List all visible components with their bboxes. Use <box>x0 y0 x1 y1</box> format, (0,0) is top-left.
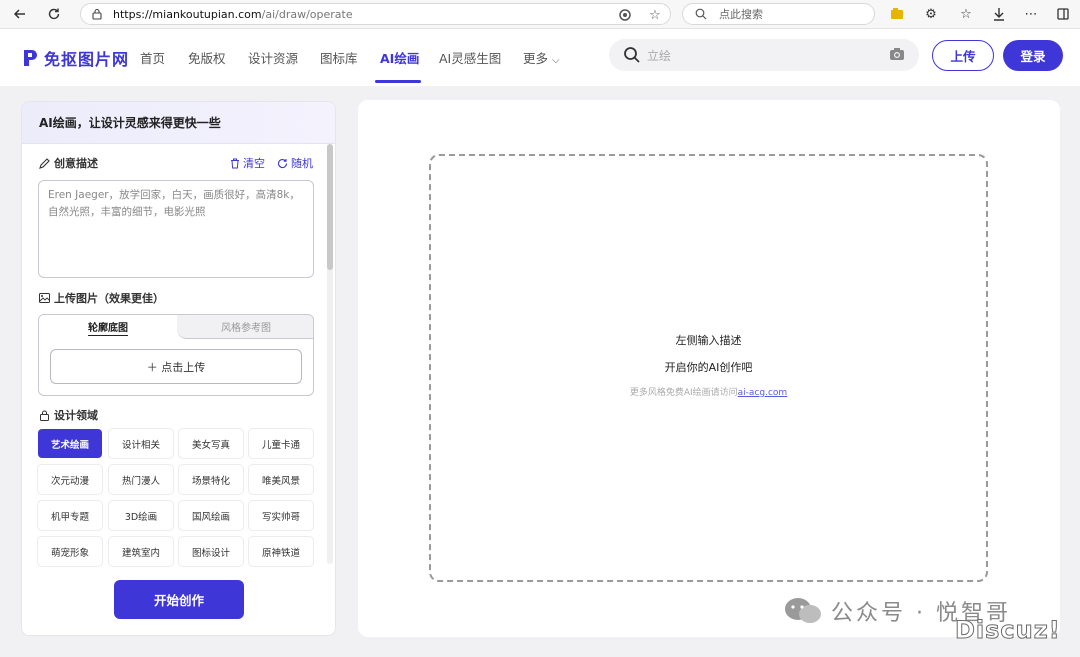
ai-drawing-control-panel: AI绘画，让设计灵感来得更快一些 创意描述 清空 随机 Eren Jaeger，… <box>21 101 336 636</box>
panel-title: AI绘画，让设计灵感来得更快一些 <box>22 102 335 144</box>
site-search-input[interactable]: 立绘 <box>609 39 919 71</box>
favorites-list-icon[interactable]: ☆ <box>957 5 975 23</box>
nav-design-resources[interactable]: 设计资源 <box>248 48 298 67</box>
pencil-icon <box>39 157 50 169</box>
hint-more-styles: 更多风格免费AI绘画请访问ai-acg.com <box>431 385 986 398</box>
chip-portrait[interactable]: 美女写真 <box>179 429 243 458</box>
tab-style-reference[interactable]: 风格参考图 <box>177 315 313 339</box>
output-canvas: 左侧输入描述 开启你的AI创作吧 更多风格免费AI绘画请访问ai-acg.com <box>429 154 988 582</box>
scrollbar-thumb[interactable] <box>327 144 333 270</box>
browser-search-input[interactable]: 点此搜索 <box>682 3 875 25</box>
search-icon <box>624 47 640 63</box>
output-panel: 左侧输入描述 开启你的AI创作吧 更多风格免费AI绘画请访问ai-acg.com <box>358 100 1060 637</box>
lock-icon <box>92 8 102 20</box>
site-header: 免抠图片网 首页 免版权 设计资源 图标库 AI绘画 AI灵感生图 更多 ⌵ 立… <box>0 30 1080 85</box>
clear-label: 清空 <box>243 157 265 170</box>
image-icon <box>39 293 50 303</box>
camera-icon[interactable] <box>889 47 905 61</box>
nav-ai-inspiration[interactable]: AI灵感生图 <box>439 48 501 67</box>
tracking-icon[interactable] <box>617 7 633 23</box>
browser-toolbar: https://miankoutupian.com/ai/draw/operat… <box>0 0 1080 29</box>
random-label: 随机 <box>291 157 313 170</box>
click-upload-button[interactable]: ＋ 点击上传 <box>50 349 302 384</box>
prompt-section-title: 创意描述 <box>39 155 98 171</box>
lock-icon <box>40 410 49 421</box>
hint-more-styles-text: 更多风格免费AI绘画请访问 <box>629 388 738 398</box>
upload-section-title: 上传图片（效果更佳） <box>39 290 164 306</box>
chip-anime[interactable]: 次元动漫 <box>38 465 102 494</box>
site-search-placeholder: 立绘 <box>647 48 672 63</box>
nav-icon-library[interactable]: 图标库 <box>320 48 358 67</box>
chip-scene[interactable]: 场景特化 <box>179 465 243 494</box>
domain-section-label: 设计领域 <box>54 409 98 422</box>
hint-describe-left: 左侧输入描述 <box>675 334 742 347</box>
chip-genshin[interactable]: 原神铁道 <box>249 537 313 566</box>
refresh-icon[interactable] <box>44 4 64 24</box>
workspace: AI绘画，让设计灵感来得更快一些 创意描述 清空 随机 Eren Jaeger，… <box>0 86 1080 657</box>
url-path: /ai/draw/operate <box>261 7 353 21</box>
back-arrow-icon[interactable] <box>10 4 30 24</box>
start-creation-button[interactable]: 开始创作 <box>114 580 244 619</box>
chip-kids-cartoon[interactable]: 儿童卡通 <box>249 429 313 458</box>
chevron-down-icon: ⌵ <box>552 55 560 66</box>
prompt-section-label: 创意描述 <box>54 157 98 170</box>
chip-realistic-man[interactable]: 写实帅哥 <box>249 501 313 530</box>
prompt-textarea[interactable]: Eren Jaeger，放学回家，白天，画质很好，高清8k，自然光照，丰富的细节… <box>38 180 314 278</box>
chip-design[interactable]: 设计相关 <box>109 429 173 458</box>
chip-architecture[interactable]: 建筑室内 <box>109 537 173 566</box>
refresh-icon <box>277 158 288 168</box>
chip-landscape[interactable]: 唯美风景 <box>249 465 313 494</box>
chip-art-painting[interactable]: 艺术绘画 <box>38 429 102 458</box>
prompt-actions: 清空 随机 <box>230 155 313 171</box>
chip-hot-comic[interactable]: 热门漫人 <box>109 465 173 494</box>
chip-icon-design[interactable]: 图标设计 <box>179 537 243 566</box>
upload-tabs: 轮廓底图 风格参考图 ＋ 点击上传 <box>38 314 314 396</box>
tab-outline-label: 轮廓底图 <box>88 319 128 336</box>
chip-3d[interactable]: 3D绘画 <box>109 501 173 530</box>
upload-button[interactable]: 上传 <box>932 40 994 71</box>
search-icon <box>695 8 707 20</box>
active-nav-indicator <box>375 80 421 83</box>
logo-text: 免抠图片网 <box>44 50 130 69</box>
tab-outline-base[interactable]: 轮廓底图 <box>39 315 177 339</box>
favorite-star-icon[interactable]: ☆ <box>647 7 663 23</box>
nav-ai-drawing[interactable]: AI绘画 <box>380 48 419 67</box>
browser-search-placeholder: 点此搜索 <box>719 8 763 21</box>
trash-icon <box>231 158 239 168</box>
random-button[interactable]: 随机 <box>277 155 313 171</box>
chip-chinese-style[interactable]: 国风绘画 <box>179 501 243 530</box>
upload-section-label: 上传图片（效果更佳） <box>54 292 164 305</box>
clear-button[interactable]: 清空 <box>230 155 265 171</box>
extension-icon[interactable] <box>888 5 906 23</box>
domain-section-title: 设计领域 <box>39 407 98 423</box>
puzzle-icon[interactable]: ⚙ <box>922 5 940 23</box>
nav-home[interactable]: 首页 <box>140 48 165 67</box>
chip-mecha[interactable]: 机甲专题 <box>38 501 102 530</box>
address-bar[interactable]: https://miankoutupian.com/ai/draw/operat… <box>80 3 671 25</box>
download-icon[interactable] <box>990 5 1008 23</box>
nav-copyright-free[interactable]: 免版权 <box>188 48 226 67</box>
nav-more[interactable]: 更多 ⌵ <box>523 48 560 67</box>
panel-scrollbar[interactable] <box>327 144 333 564</box>
site-logo[interactable]: 免抠图片网 <box>22 46 129 70</box>
logo-icon <box>24 50 37 66</box>
discuz-watermark: Discuz! <box>955 616 1061 645</box>
sidebar-toggle-icon[interactable] <box>1054 5 1072 23</box>
hint-start-creation: 开启你的AI创作吧 <box>664 361 753 374</box>
nav-more-label: 更多 <box>523 51 549 66</box>
more-menu-icon[interactable]: ⋯ <box>1022 5 1040 23</box>
login-button[interactable]: 登录 <box>1003 40 1063 71</box>
ai-acg-link[interactable]: ai-acg.com <box>738 388 788 398</box>
wechat-icon <box>785 598 821 623</box>
url-host: https://miankoutupian.com <box>113 7 262 21</box>
chip-pet[interactable]: 萌宠形象 <box>38 537 102 566</box>
